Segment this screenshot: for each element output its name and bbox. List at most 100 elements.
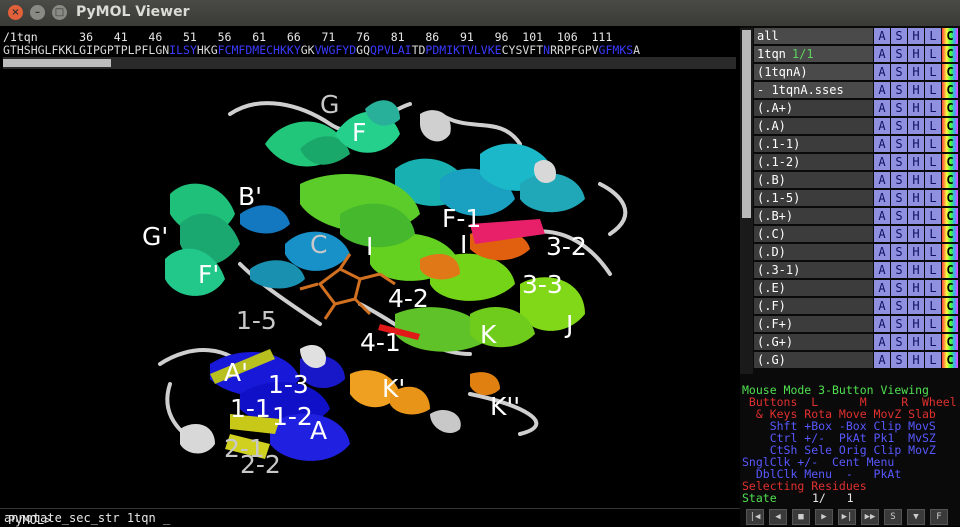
label-menu-button[interactable]: L <box>925 334 941 350</box>
hide-menu-button[interactable]: H <box>908 352 924 368</box>
object-row[interactable]: (.A+) A S H L C <box>754 100 960 117</box>
back-button[interactable]: ◀ <box>769 509 787 525</box>
color-menu-button[interactable]: C <box>942 172 958 188</box>
action-menu-button[interactable]: A <box>874 262 890 278</box>
show-menu-button[interactable]: S <box>891 46 907 62</box>
action-menu-button[interactable]: A <box>874 244 890 260</box>
label-menu-button[interactable]: L <box>925 118 941 134</box>
sequence-segment[interactable]: A <box>633 43 640 57</box>
action-menu-button[interactable]: A <box>874 154 890 170</box>
show-menu-button[interactable]: S <box>891 64 907 80</box>
label-menu-button[interactable]: L <box>925 208 941 224</box>
close-button[interactable]: × <box>8 5 23 20</box>
object-row[interactable]: (.F) A S H L C <box>754 298 960 315</box>
sequence-segment[interactable]: GQ <box>356 43 370 57</box>
label-menu-button[interactable]: L <box>925 352 941 368</box>
sequence-segment[interactable]: GTHSHGLFKKLGIPGPTPLPFLGN <box>3 43 169 57</box>
show-menu-button[interactable]: S <box>891 298 907 314</box>
object-name[interactable]: (.G+) <box>754 334 873 350</box>
molecule-viewport[interactable]: G F B' G' F-1 C I I 3-2 3-3 F' 4-2 1-5 J… <box>0 74 740 508</box>
menu-button[interactable]: ▼ <box>907 509 925 525</box>
object-row[interactable]: (.C) A S H L C <box>754 226 960 243</box>
command-line[interactable]: PyMOL> annotate_sec_str 1tqn _ <box>0 508 740 527</box>
label-menu-button[interactable]: L <box>925 64 941 80</box>
action-menu-button[interactable]: A <box>874 316 890 332</box>
show-menu-button[interactable]: S <box>891 262 907 278</box>
rewind-button[interactable]: |◀ <box>746 509 764 525</box>
color-menu-button[interactable]: C <box>942 208 958 224</box>
color-menu-button[interactable]: C <box>942 280 958 296</box>
action-menu-button[interactable]: A <box>874 64 890 80</box>
sequence-segment[interactable]: VWGFYD <box>315 43 357 57</box>
scene-button[interactable]: S <box>884 509 902 525</box>
label-menu-button[interactable]: L <box>925 262 941 278</box>
sequence-segment[interactable]: PDMIKTVLVKE <box>425 43 501 57</box>
color-menu-button[interactable]: C <box>942 244 958 260</box>
label-menu-button[interactable]: L <box>925 172 941 188</box>
hide-menu-button[interactable]: H <box>908 136 924 152</box>
object-name[interactable]: (.A+) <box>754 100 873 116</box>
object-name[interactable]: (.F) <box>754 298 873 314</box>
action-menu-button[interactable]: A <box>874 136 890 152</box>
object-name[interactable]: (.B+) <box>754 208 873 224</box>
object-row[interactable]: (.3-1) A S H L C <box>754 262 960 279</box>
hide-menu-button[interactable]: H <box>908 208 924 224</box>
color-menu-button[interactable]: C <box>942 28 958 44</box>
action-menu-button[interactable]: A <box>874 208 890 224</box>
color-menu-button[interactable]: C <box>942 352 958 368</box>
color-menu-button[interactable]: C <box>942 316 958 332</box>
sequence-segment[interactable]: TD <box>412 43 426 57</box>
object-name[interactable]: (.C) <box>754 226 873 242</box>
show-menu-button[interactable]: S <box>891 280 907 296</box>
sequence-segment[interactable]: ILSY <box>169 43 197 57</box>
object-list-scrollbar-thumb[interactable] <box>742 30 751 218</box>
sequence-scrollbar[interactable] <box>3 57 736 69</box>
label-menu-button[interactable]: L <box>925 226 941 242</box>
action-menu-button[interactable]: A <box>874 28 890 44</box>
object-name[interactable]: (.E) <box>754 280 873 296</box>
color-menu-button[interactable]: C <box>942 262 958 278</box>
show-menu-button[interactable]: S <box>891 172 907 188</box>
action-menu-button[interactable]: A <box>874 352 890 368</box>
minimize-button[interactable]: – <box>30 5 45 20</box>
hide-menu-button[interactable]: H <box>908 64 924 80</box>
object-name[interactable]: (.B) <box>754 172 873 188</box>
action-menu-button[interactable]: A <box>874 46 890 62</box>
label-menu-button[interactable]: L <box>925 154 941 170</box>
show-menu-button[interactable]: S <box>891 352 907 368</box>
object-name[interactable]: (.1-5) <box>754 190 873 206</box>
label-menu-button[interactable]: L <box>925 136 941 152</box>
object-name[interactable]: (.F+) <box>754 316 873 332</box>
object-name[interactable]: (.G) <box>754 352 873 368</box>
sequence-segment[interactable]: GFMKS <box>599 43 634 57</box>
sequence-segment[interactable]: QPVLAI <box>370 43 412 57</box>
action-menu-button[interactable]: A <box>874 280 890 296</box>
show-menu-button[interactable]: S <box>891 208 907 224</box>
object-row[interactable]: (.G+) A S H L C <box>754 334 960 351</box>
color-menu-button[interactable]: C <box>942 226 958 242</box>
show-menu-button[interactable]: S <box>891 154 907 170</box>
object-name[interactable]: (.A) <box>754 118 873 134</box>
sequence-scrollbar-thumb[interactable] <box>3 59 111 67</box>
color-menu-button[interactable]: C <box>942 190 958 206</box>
object-row[interactable]: (.B+) A S H L C <box>754 208 960 225</box>
forward-button[interactable]: ▶| <box>838 509 856 525</box>
hide-menu-button[interactable]: H <box>908 28 924 44</box>
action-menu-button[interactable]: A <box>874 172 890 188</box>
color-menu-button[interactable]: C <box>942 46 958 62</box>
show-menu-button[interactable]: S <box>891 28 907 44</box>
hide-menu-button[interactable]: H <box>908 82 924 98</box>
hide-menu-button[interactable]: H <box>908 262 924 278</box>
color-menu-button[interactable]: C <box>942 136 958 152</box>
label-menu-button[interactable]: L <box>925 28 941 44</box>
play-button[interactable]: ▶ <box>815 509 833 525</box>
object-row[interactable]: (.G) A S H L C <box>754 352 960 369</box>
object-row[interactable]: - 1tqnA.sses A S H L C <box>754 82 960 99</box>
show-menu-button[interactable]: S <box>891 82 907 98</box>
hide-menu-button[interactable]: H <box>908 190 924 206</box>
sequence-segment[interactable]: FCMFDMECHKKY <box>218 43 301 57</box>
hide-menu-button[interactable]: H <box>908 280 924 296</box>
color-menu-button[interactable]: C <box>942 298 958 314</box>
object-row[interactable]: (.D) A S H L C <box>754 244 960 261</box>
sequence-segment[interactable]: CYSVFT <box>502 43 544 57</box>
